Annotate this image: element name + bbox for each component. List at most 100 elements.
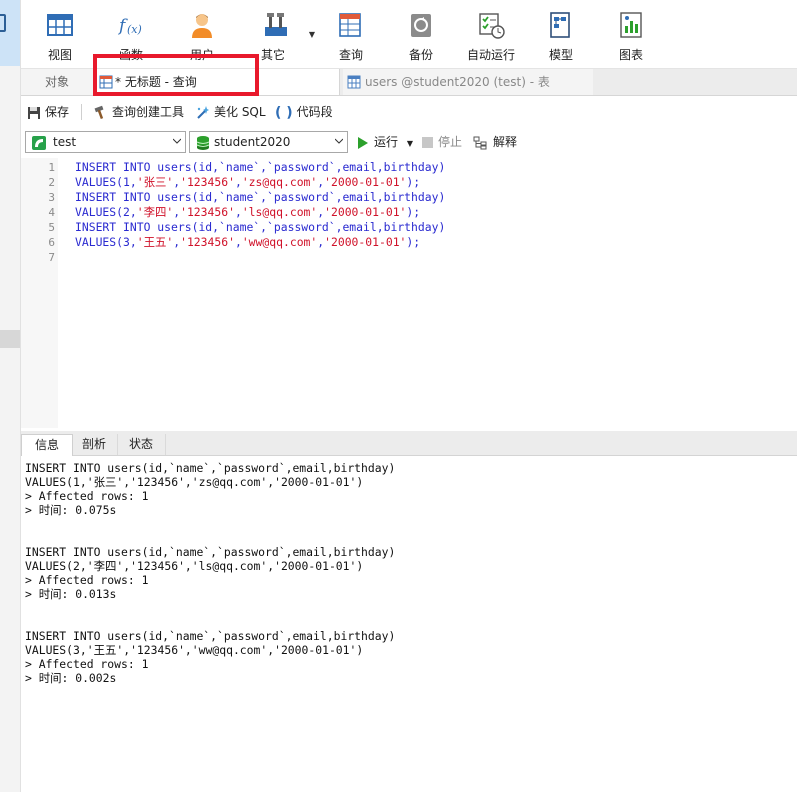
- connection-icon: [32, 136, 46, 150]
- result-message-line: VALUES(3,'王五','123456','ww@qq.com','2000…: [25, 643, 364, 657]
- stop-label: 停止: [438, 135, 463, 149]
- result-message-panel: INSERT INTO users(id,`name`,`password`,e…: [21, 456, 797, 792]
- tab-users-table[interactable]: users @student2020 (test) - 表: [343, 69, 593, 95]
- result-message-line: > 时间: 0.075s: [25, 503, 117, 517]
- user-icon: [192, 14, 212, 38]
- function-icon: f (x): [117, 16, 142, 36]
- query-tab-icon: [99, 75, 113, 89]
- nav-active-item[interactable]: [0, 0, 20, 66]
- result-message-line: INSERT INTO users(id,`name`,`password`,e…: [25, 461, 396, 475]
- result-message-line: > Affected rows: 1: [25, 657, 149, 671]
- stop-icon: [422, 137, 433, 148]
- tab-info[interactable]: 信息: [21, 434, 73, 456]
- auto-run-icon: [479, 13, 505, 39]
- string-literal: '张三': [136, 175, 174, 189]
- save-button[interactable]: 保存: [27, 102, 69, 122]
- string-literal: 'ls@qq.com': [241, 205, 318, 219]
- result-message-line: > 时间: 0.002s: [25, 671, 117, 685]
- backup-button[interactable]: 备份: [385, 0, 457, 68]
- toolbar-divider: [81, 104, 82, 120]
- code-token: );: [406, 235, 421, 249]
- view-icon: [47, 14, 73, 36]
- query-button[interactable]: 查询: [315, 0, 387, 68]
- line-number: 5: [48, 221, 55, 234]
- other-label: 其它: [260, 48, 285, 62]
- chevron-down-icon: [335, 138, 343, 144]
- connection-select[interactable]: test: [25, 131, 186, 153]
- document-tab-bar: 对象 * 无标题 - 查询 users @student2020 (test) …: [21, 69, 797, 96]
- function-button[interactable]: f (x) 函数: [95, 0, 167, 68]
- string-literal: '123456': [180, 235, 235, 249]
- code-snippet-button[interactable]: ( ) 代码段: [275, 102, 333, 122]
- code-snippet-label: 代码段: [296, 105, 333, 119]
- result-message-line: VALUES(2,'李四','123456','ls@qq.com','2000…: [25, 559, 364, 573]
- beautify-sql-label: 美化 SQL: [214, 105, 266, 119]
- view-label: 视图: [47, 48, 72, 62]
- code-token: VALUES(2,: [75, 205, 137, 219]
- database-icon: [196, 136, 210, 150]
- code-token: VALUES(1,: [75, 175, 137, 189]
- auto-run-label: 自动运行: [466, 48, 515, 62]
- editor-toolbar: 保存 查询创建工具 美化 SQL ( ) 代码段: [21, 98, 797, 126]
- string-literal: '李四': [136, 205, 174, 219]
- explain-icon: [473, 136, 487, 149]
- backup-icon: [411, 14, 431, 37]
- line-number-gutter: 1 2 3 4 5 6 7: [21, 158, 58, 428]
- table-tab-icon: [347, 75, 361, 89]
- string-literal: '2000-01-01': [324, 175, 407, 189]
- model-icon: [550, 12, 570, 38]
- tab-untitled-query[interactable]: * 无标题 - 查询: [95, 69, 340, 95]
- nav-scroll-thumb[interactable]: [0, 330, 20, 348]
- view-button[interactable]: 视图: [24, 0, 96, 68]
- query-builder-button[interactable]: 查询创建工具: [93, 102, 184, 122]
- query-builder-label: 查询创建工具: [112, 105, 185, 119]
- result-message-line: INSERT INTO users(id,`name`,`password`,e…: [25, 629, 396, 643]
- tab-users-table-label: users @student2020 (test) - 表: [365, 75, 550, 89]
- run-label: 运行: [374, 135, 399, 149]
- line-number: 2: [48, 176, 55, 189]
- backup-label: 备份: [408, 48, 433, 62]
- user-button[interactable]: 用户: [166, 0, 238, 68]
- tab-profile[interactable]: 剖析: [71, 434, 118, 455]
- code-token: ,: [234, 205, 242, 219]
- beautify-sql-button[interactable]: 美化 SQL: [195, 102, 266, 122]
- string-literal: 'ww@qq.com': [241, 235, 318, 249]
- auto-run-button[interactable]: 自动运行: [455, 0, 527, 68]
- chevron-down-icon[interactable]: ▼: [407, 139, 413, 148]
- tools-icon: [265, 13, 287, 36]
- sql-editor[interactable]: 1 2 3 4 5 6 7 INSERT INTO users(id,`name`,`pas…: [21, 158, 797, 428]
- line-number: 7: [48, 251, 55, 264]
- magic-wand-icon: [197, 106, 209, 119]
- string-literal: 'zs@qq.com': [241, 175, 318, 189]
- tab-objects[interactable]: 对象: [21, 69, 94, 95]
- function-label: 函数: [118, 48, 143, 62]
- stop-button[interactable]: 停止: [422, 131, 462, 153]
- model-button[interactable]: 模型: [525, 0, 597, 68]
- code-token: INSERT INTO users(id,`name`,`password`,e…: [75, 160, 446, 174]
- code-line: INSERT INTO users(id,`name`,`password`,e…: [75, 160, 445, 175]
- code-line: INSERT INTO users(id,`name`,`password`,e…: [75, 190, 445, 205]
- database-select[interactable]: student2020: [189, 131, 348, 153]
- string-literal: '王五': [136, 235, 174, 249]
- code-line: INSERT INTO users(id,`name`,`password`,e…: [75, 220, 445, 235]
- string-literal: '2000-01-01': [324, 205, 407, 219]
- main-toolbar: 视图 f (x) 函数 用户 其它 ▼ 查询 备份 自动运行 模型 图表: [21, 0, 797, 69]
- chart-label: 图表: [618, 48, 643, 62]
- user-label: 用户: [189, 48, 214, 62]
- line-number: 1: [48, 161, 55, 174]
- result-message-line: INSERT INTO users(id,`name`,`password`,e…: [25, 545, 396, 559]
- query-label: 查询: [338, 48, 363, 62]
- connection-selector-bar: test student2020 运行 ▼ 停止 解释: [21, 128, 797, 156]
- code-token: VALUES(3,: [75, 235, 137, 249]
- result-message-line: VALUES(1,'张三','123456','zs@qq.com','2000…: [25, 475, 364, 489]
- database-value: student2020: [214, 135, 291, 149]
- run-button[interactable]: 运行 ▼: [357, 131, 413, 153]
- save-label: 保存: [45, 105, 70, 119]
- result-message-line: > Affected rows: 1: [25, 489, 149, 503]
- tab-status[interactable]: 状态: [117, 434, 166, 455]
- connection-value: test: [53, 135, 77, 149]
- explain-button[interactable]: 解释: [473, 131, 517, 153]
- other-button[interactable]: 其它 ▼: [237, 0, 319, 68]
- chart-button[interactable]: 图表: [595, 0, 667, 68]
- explain-label: 解释: [493, 135, 518, 149]
